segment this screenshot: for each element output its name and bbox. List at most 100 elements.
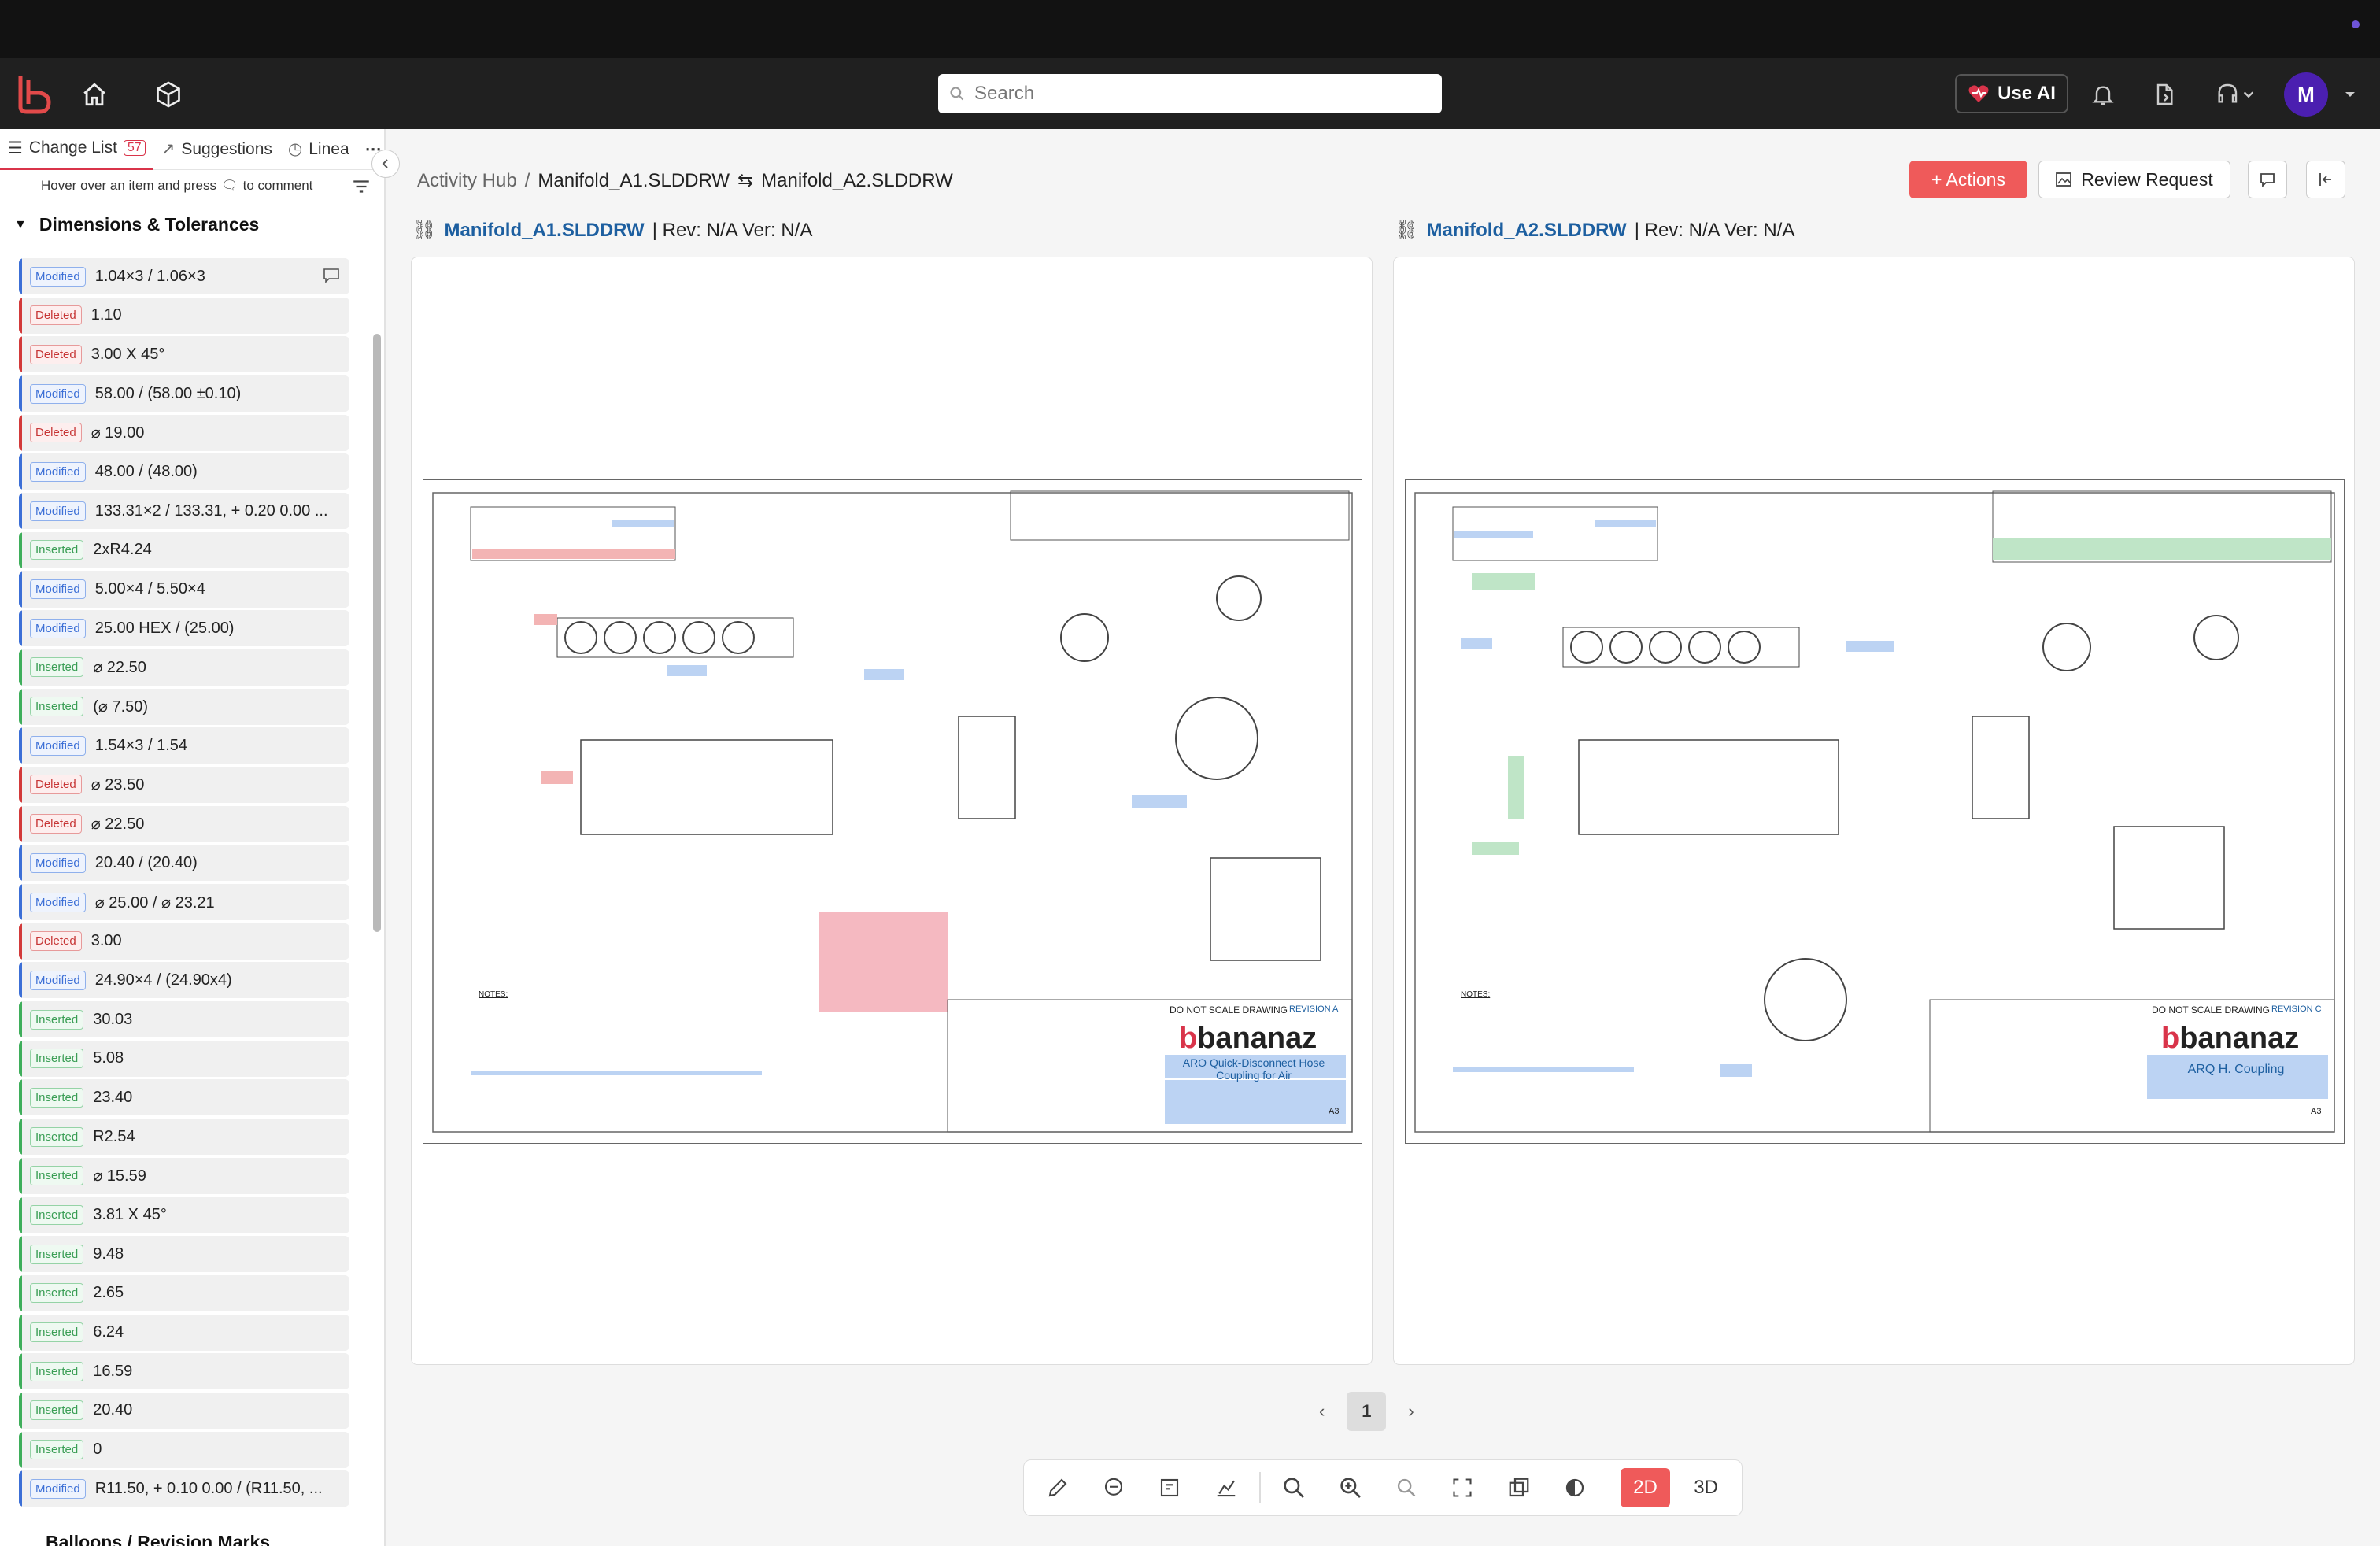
sidebar-scrollbar[interactable] — [373, 334, 381, 932]
change-list-item[interactable]: Deleted 1.10 — [19, 297, 349, 334]
change-list-item[interactable]: Modified 25.00 HEX / (25.00) — [19, 610, 349, 647]
filter-icon[interactable] — [351, 176, 371, 197]
change-list-item[interactable]: Inserted 9.48 — [19, 1236, 349, 1273]
right-brand-logo: bbananaz — [2161, 1022, 2300, 1055]
change-list-item[interactable]: Modified 5.00×4 / 5.50×4 — [19, 571, 349, 608]
avatar[interactable]: M — [2284, 72, 2328, 117]
cube-icon[interactable] — [151, 77, 186, 112]
left-brand-logo: bbananaz — [1179, 1022, 1318, 1055]
fit-screen-icon[interactable] — [1440, 1466, 1485, 1510]
brand-logo-icon[interactable] — [16, 72, 52, 115]
change-list-item[interactable]: Inserted 23.40 — [19, 1079, 349, 1116]
change-list-item[interactable]: Modified 20.40 / (20.40) — [19, 845, 349, 882]
change-value: 23.40 — [93, 1088, 133, 1106]
section-balloons-revision-marks[interactable]: Balloons / Revision Marks — [46, 1532, 270, 1546]
change-count-badge: 57 — [123, 140, 146, 156]
actions-button[interactable]: + Actions — [1909, 161, 2027, 198]
status-badge: Inserted — [30, 1244, 84, 1264]
change-list-item[interactable]: Deleted ⌀ 19.00 — [19, 414, 349, 451]
change-list-item[interactable]: Inserted (⌀ 7.50) — [19, 688, 349, 725]
change-list-item[interactable]: Inserted 16.59 — [19, 1353, 349, 1390]
change-list-item[interactable]: Inserted ⌀ 15.59 — [19, 1157, 349, 1194]
overlay-icon[interactable] — [1496, 1466, 1541, 1510]
collapse-panel-button[interactable] — [2306, 161, 2345, 198]
change-list-item[interactable]: Inserted 30.03 — [19, 1001, 349, 1038]
compare-arrows-icon: ⇆ — [737, 170, 754, 191]
search-bar[interactable] — [938, 74, 1442, 113]
comment-icon[interactable] — [1091, 1466, 1136, 1510]
search-input[interactable] — [974, 83, 1415, 105]
hint-after: to comment — [242, 178, 313, 193]
change-list-item[interactable]: Inserted R2.54 — [19, 1119, 349, 1156]
change-list-item[interactable]: Modified ⌀ 25.00 / ⌀ 23.21 — [19, 884, 349, 920]
status-badge: Modified — [30, 618, 86, 638]
bell-icon[interactable] — [2086, 77, 2120, 112]
breadcrumb-activity-hub[interactable]: Activity Hub — [417, 170, 517, 192]
use-ai-button[interactable]: Use AI — [1955, 74, 2068, 113]
right-drawing-sheet[interactable]: NOTES: DO NOT SCALE DRAWING REVISION C b… — [1405, 479, 2345, 1144]
change-list-item[interactable]: Inserted 2xR4.24 — [19, 531, 349, 568]
headset-icon[interactable] — [2208, 77, 2264, 112]
collapse-sidebar-button[interactable] — [371, 150, 400, 178]
change-value: 20.40 — [93, 1401, 133, 1419]
mode-2d-button[interactable]: 2D — [1621, 1468, 1671, 1507]
comments-button[interactable] — [2248, 161, 2287, 198]
change-list-item[interactable]: Modified 48.00 / (48.00) — [19, 453, 349, 490]
contrast-icon[interactable] — [1552, 1466, 1597, 1510]
measure-icon[interactable] — [1203, 1466, 1248, 1510]
comment-icon[interactable] — [323, 268, 340, 283]
change-list-item[interactable]: Deleted ⌀ 23.50 — [19, 766, 349, 803]
right-drawing-panel[interactable]: NOTES: DO NOT SCALE DRAWING REVISION C b… — [1393, 257, 2355, 1365]
change-list-item[interactable]: Inserted 2.65 — [19, 1274, 349, 1311]
section-dimensions-tolerances[interactable]: ▼ Dimensions & Tolerances — [14, 214, 259, 235]
change-list-item[interactable]: Modified R11.50, + 0.10 0.00 / (R11.50, .… — [19, 1470, 349, 1507]
review-request-button[interactable]: Review Request — [2038, 161, 2230, 198]
chevron-down-icon[interactable] — [2334, 77, 2366, 112]
mode-3d-button[interactable]: 3D — [1681, 1468, 1731, 1507]
change-value: 16.59 — [93, 1362, 133, 1380]
right-document-name[interactable]: Manifold_A2.SLDDRW — [1426, 220, 1626, 242]
change-list-item[interactable]: Inserted 6.24 — [19, 1314, 349, 1351]
change-list-item[interactable]: Modified 133.31×2 / 133.31, + 0.20 0.00 .… — [19, 493, 349, 530]
change-list-item[interactable]: Modified 24.90×4 / (24.90x4) — [19, 962, 349, 999]
left-drawing-sheet[interactable]: NOTES: DO NOT SCALE DRAWING REVISION A b… — [423, 479, 1362, 1144]
change-list-item[interactable]: Inserted 20.40 — [19, 1392, 349, 1429]
change-value: 58.00 / (58.00 ±0.10) — [94, 384, 242, 402]
change-list-item[interactable]: Inserted ⌀ 22.50 — [19, 649, 349, 686]
current-page[interactable]: 1 — [1347, 1392, 1387, 1431]
change-list-item[interactable]: Deleted 3.00 X 45° — [19, 336, 349, 373]
change-list-item[interactable]: Deleted ⌀ 22.50 — [19, 805, 349, 842]
tab-lineage[interactable]: ◷ Linea — [280, 129, 357, 170]
change-list-item[interactable]: Inserted 3.81 X 45° — [19, 1196, 349, 1233]
home-icon[interactable] — [77, 77, 112, 112]
change-list-item[interactable]: Modified 58.00 / (58.00 ±0.10) — [19, 375, 349, 412]
left-document-name[interactable]: Manifold_A1.SLDDRW — [444, 220, 644, 242]
left-title-block-title: ARO Quick-Disconnect Hose Coupling for A… — [1182, 1056, 1325, 1082]
status-badge: Inserted — [30, 1283, 84, 1304]
change-list-item[interactable]: Modified 1.04×3 / 1.06×3 — [19, 258, 349, 294]
next-page-icon[interactable]: › — [1408, 1401, 1414, 1422]
change-list-item[interactable]: Modified 1.54×3 / 1.54 — [19, 727, 349, 764]
change-list-item[interactable]: Deleted 3.00 — [19, 923, 349, 960]
breadcrumb: Activity Hub / Manifold_A1.SLDDRW ⇆ Mani… — [417, 169, 953, 192]
left-drawing-panel[interactable]: NOTES: DO NOT SCALE DRAWING REVISION A b… — [411, 257, 1373, 1365]
tab-change-list[interactable]: ☰ Change List 57 — [0, 129, 153, 170]
tab-lineage-label: Linea — [309, 139, 349, 158]
change-list-item[interactable]: Inserted 5.08 — [19, 1040, 349, 1077]
left-document-meta: | Rev: N/A Ver: N/A — [652, 219, 813, 241]
frame-icon[interactable] — [1148, 1466, 1192, 1510]
change-value: 3.00 — [91, 932, 122, 950]
document-export-icon[interactable] — [2147, 77, 2182, 112]
status-badge: Inserted — [30, 1440, 84, 1460]
section-title: Dimensions & Tolerances — [39, 214, 260, 235]
tab-suggestions[interactable]: ↗ Suggestions — [153, 129, 280, 170]
change-list-item[interactable]: Inserted 0 — [19, 1431, 349, 1468]
change-value: R11.50, + 0.10 0.00 / (R11.50, ... — [94, 1479, 323, 1497]
zoom-region-icon[interactable] — [1272, 1466, 1317, 1510]
status-badge: Deleted — [30, 344, 82, 364]
prev-page-icon[interactable]: ‹ — [1319, 1401, 1325, 1422]
zoom-out-icon[interactable] — [1384, 1466, 1428, 1510]
pencil-icon[interactable] — [1035, 1466, 1080, 1510]
zoom-in-icon[interactable] — [1328, 1466, 1373, 1510]
status-badge: Inserted — [30, 1400, 84, 1421]
